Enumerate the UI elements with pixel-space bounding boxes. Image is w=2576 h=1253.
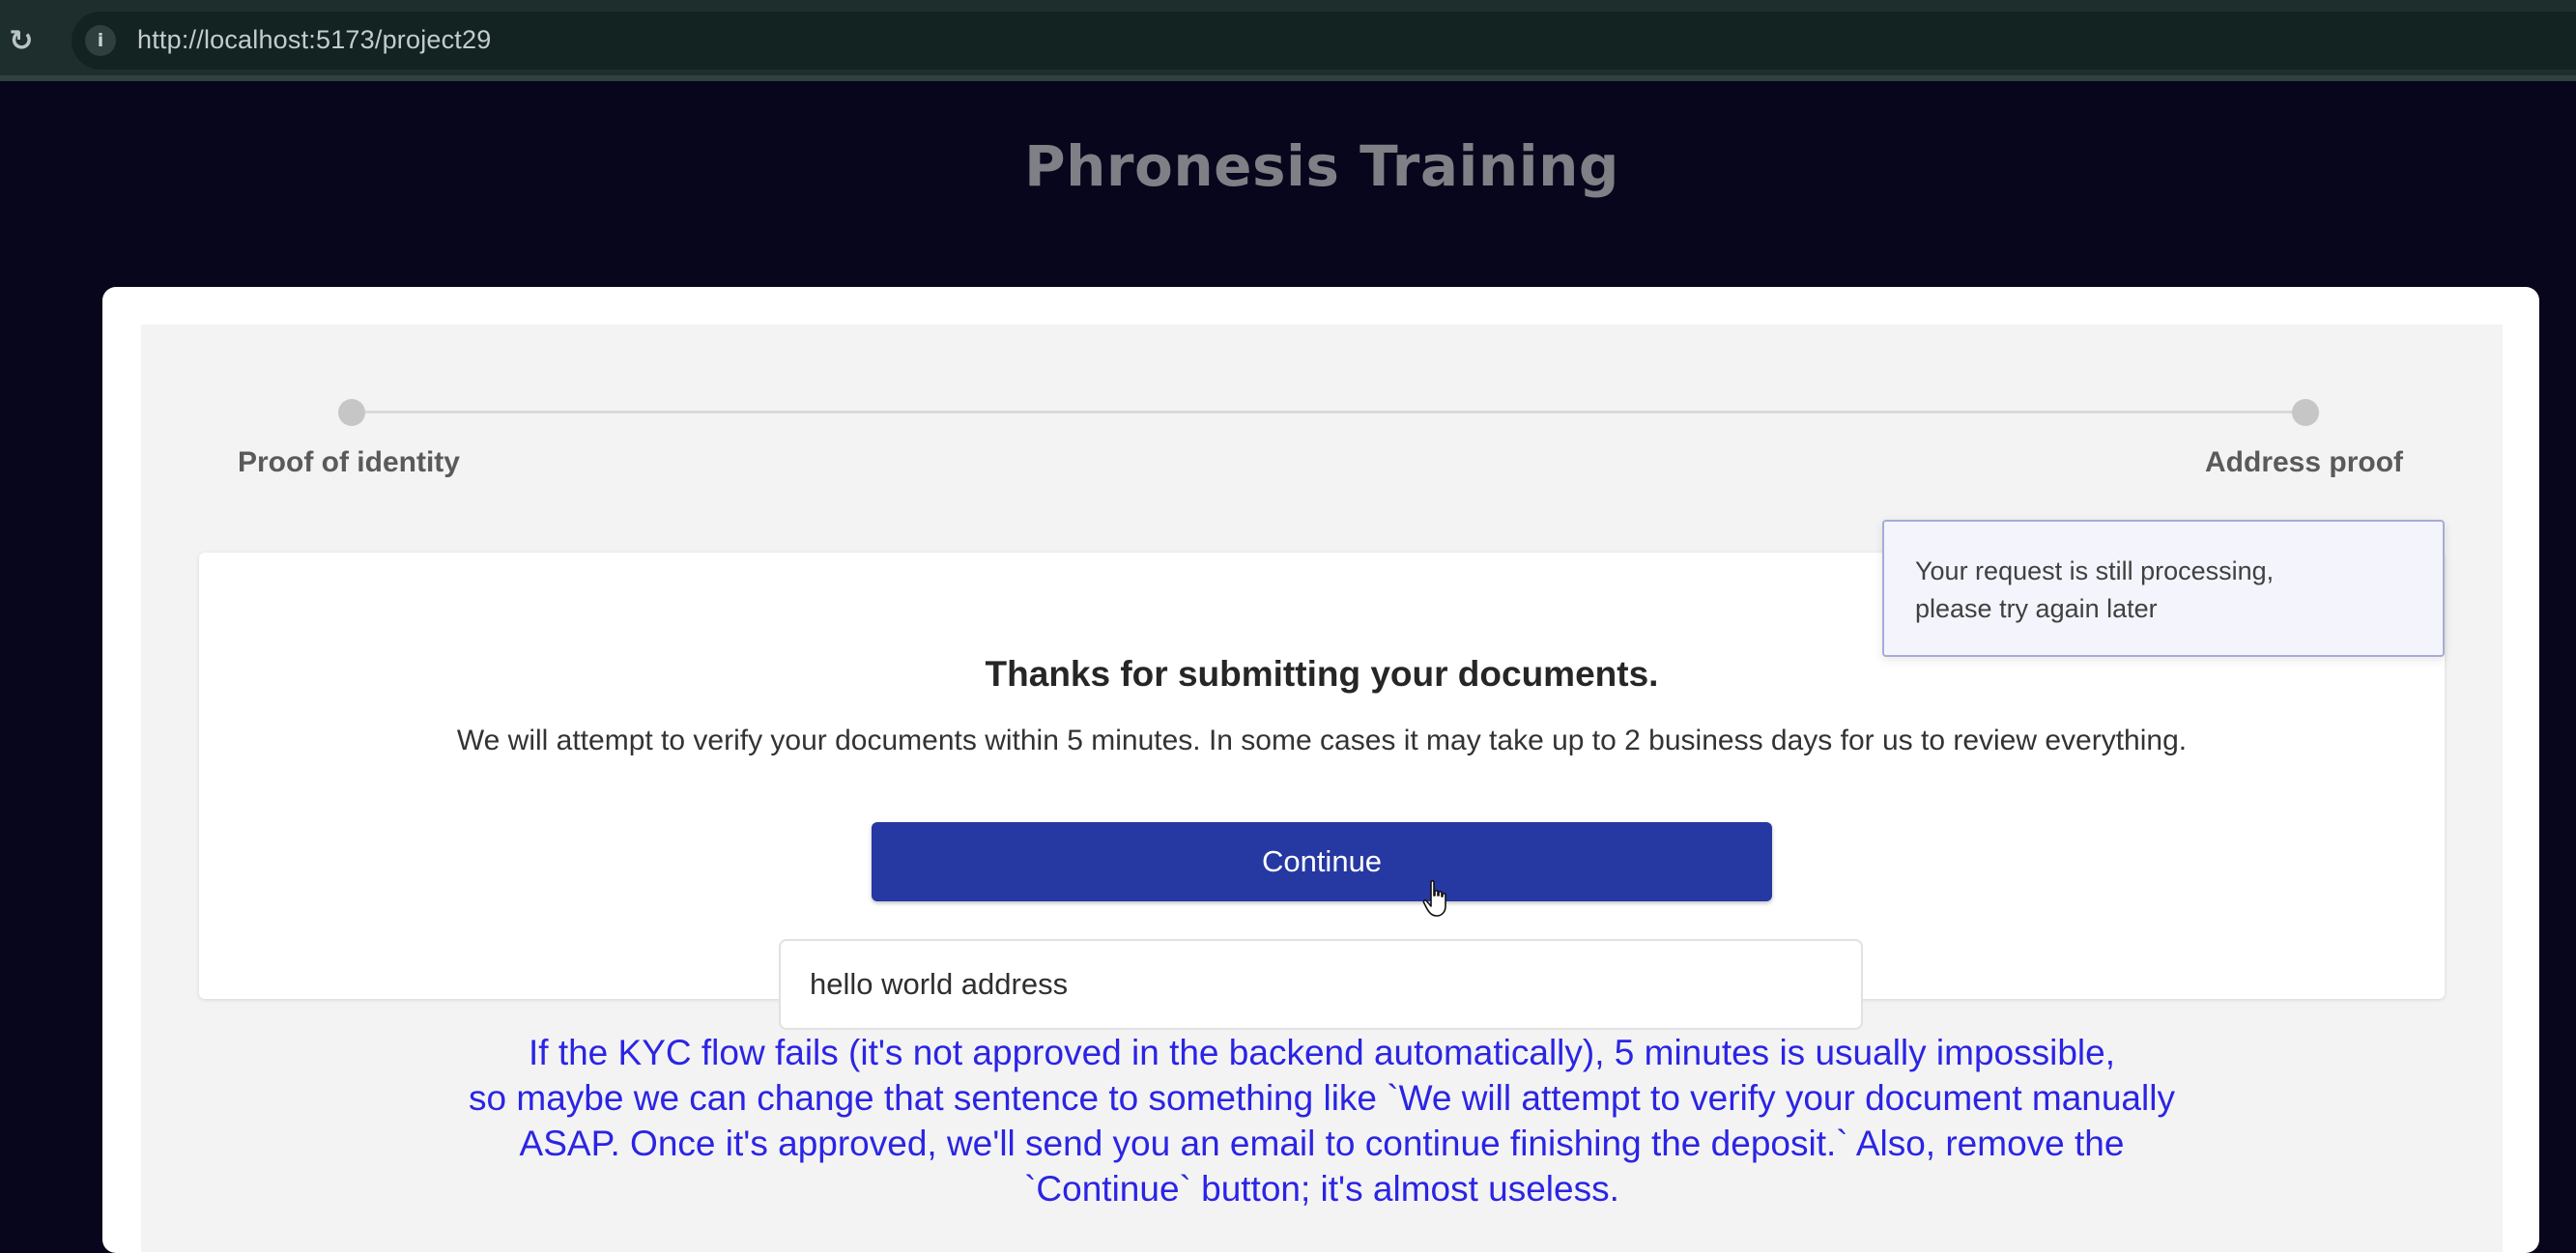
address-bar[interactable]: i http://localhost:5173/project29 <box>72 12 2576 70</box>
review-annotation: If the KYC flow fails (it's not approved… <box>290 1030 2354 1211</box>
address-input[interactable] <box>779 939 1863 1030</box>
stepper-track <box>352 411 2305 413</box>
step-label-proof-of-identity: Proof of identity <box>238 446 460 478</box>
step-indicator-address-proof <box>2292 399 2319 426</box>
info-icon[interactable]: i <box>85 25 116 56</box>
annotation-line-1: If the KYC flow fails (it's not approved… <box>528 1033 2115 1072</box>
hand-cursor-icon <box>1422 880 1446 917</box>
annotation-line-4: `Continue` button; it's almost useless. <box>1024 1169 1619 1209</box>
annotation-line-2: so maybe we can change that sentence to … <box>469 1078 2175 1118</box>
confirmation-heading: Thanks for submitting your documents. <box>985 654 1659 694</box>
step-label-address-proof: Address proof <box>2205 446 2404 478</box>
continue-button[interactable]: Continue <box>872 822 1772 901</box>
reload-icon[interactable]: ↻ <box>2 21 41 60</box>
processing-toast: Your request is still processing, please… <box>1882 520 2445 657</box>
step-indicator-proof-of-identity <box>338 399 365 426</box>
confirmation-message: We will attempt to verify your documents… <box>456 725 2188 756</box>
toast-line-1: Your request is still processing, <box>1915 556 2275 585</box>
toast-line-2: please try again later <box>1915 594 2158 623</box>
app-title: Phronesis Training <box>1024 133 1619 199</box>
annotation-line-3: ASAP. Once it's approved, we'll send you… <box>519 1124 2125 1163</box>
browser-toolbar: ↻ i http://localhost:5173/project29 <box>0 0 2576 81</box>
url-text: http://localhost:5173/project29 <box>137 25 492 54</box>
